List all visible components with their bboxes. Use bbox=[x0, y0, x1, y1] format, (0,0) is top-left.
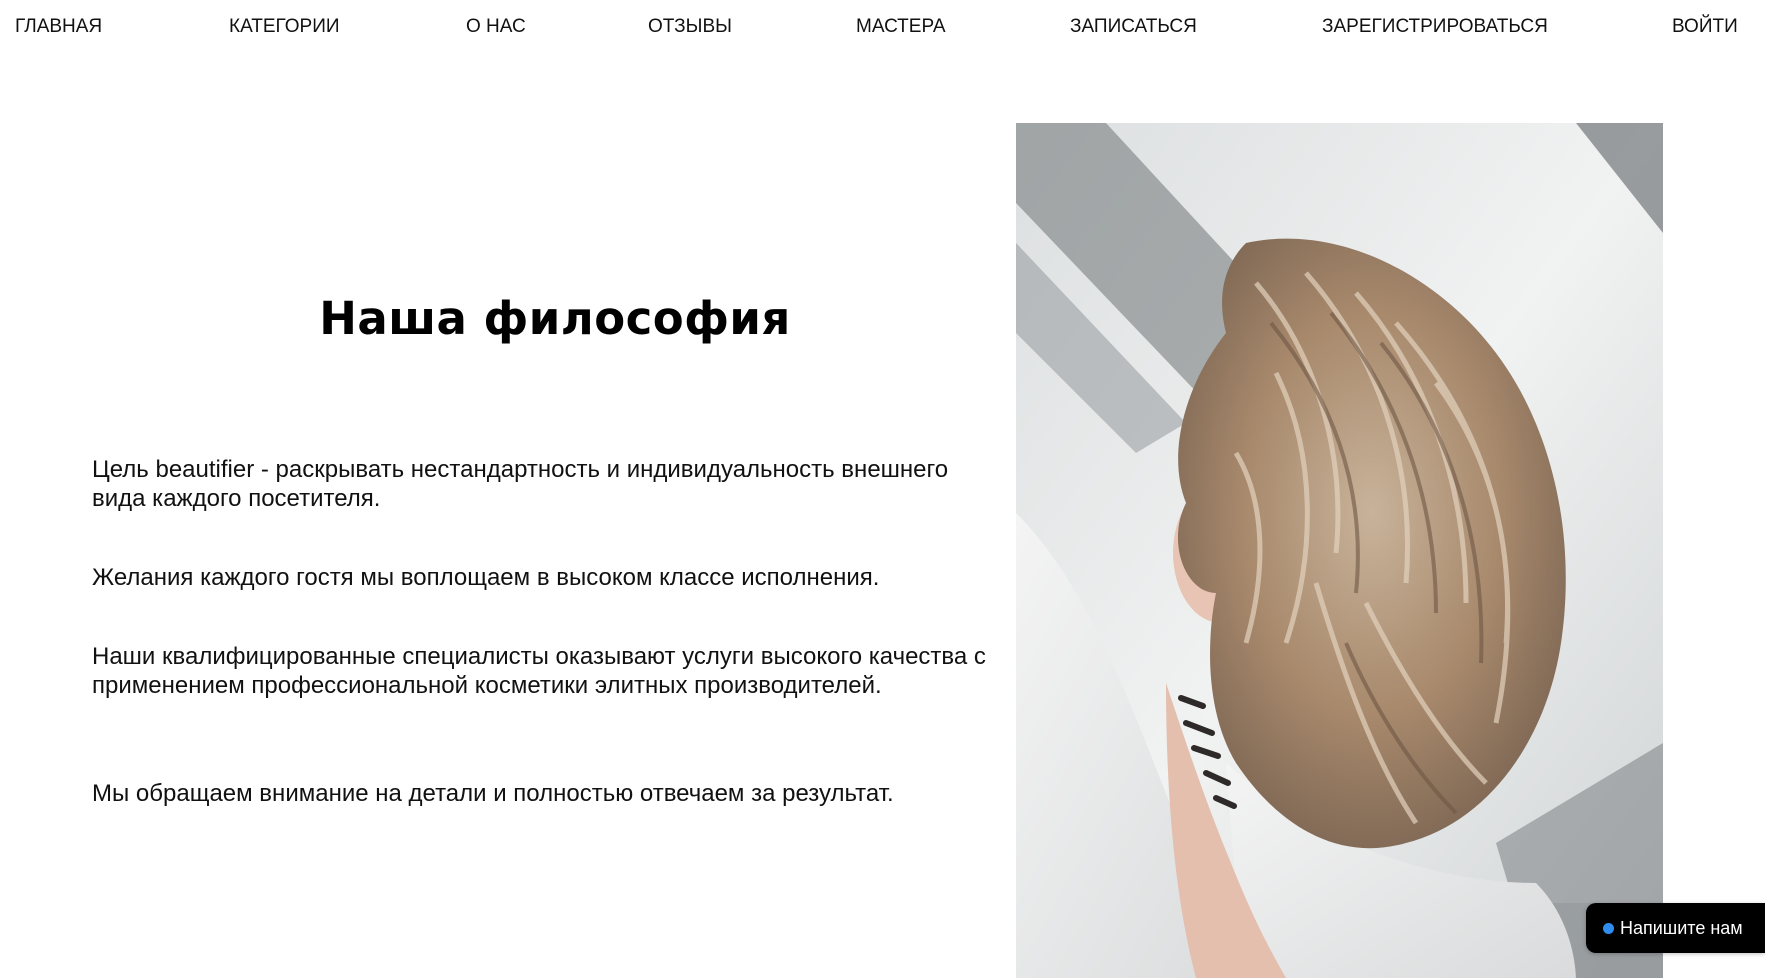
nav-link-reviews[interactable]: ОТЗЫВЫ bbox=[648, 16, 732, 38]
philosophy-section: Наша философия Цель beautifier - раскрыв… bbox=[0, 110, 1015, 870]
online-status-dot-icon bbox=[1603, 922, 1614, 934]
philosophy-paragraph-wishes: Желания каждого гостя мы воплощаем в выс… bbox=[92, 564, 880, 591]
nav-link-home[interactable]: ГЛАВНАЯ bbox=[15, 16, 102, 38]
nav-link-categories[interactable]: КАТЕГОРИИ bbox=[229, 16, 340, 38]
chat-widget-button[interactable]: Напишите нам bbox=[1586, 903, 1765, 953]
main-navigation: ГЛАВНАЯ КАТЕГОРИИ О НАС ОТЗЫВЫ МАСТЕРА З… bbox=[0, 0, 1765, 58]
chat-widget-label: Напишите нам bbox=[1620, 917, 1743, 938]
philosophy-title: Наша философия bbox=[319, 292, 791, 345]
philosophy-paragraph-specialists: Наши квалифицированные специалисты оказы… bbox=[92, 643, 986, 699]
hair-photo bbox=[1016, 123, 1663, 978]
nav-link-book[interactable]: ЗАПИСАТЬСЯ bbox=[1070, 16, 1197, 38]
philosophy-paragraph-goal: Цель beautifier - раскрывать нестандартн… bbox=[92, 456, 949, 512]
nav-link-register[interactable]: ЗАРЕГИСТРИРОВАТЬСЯ bbox=[1322, 16, 1548, 38]
nav-link-masters[interactable]: МАСТЕРА bbox=[856, 16, 946, 38]
nav-link-login[interactable]: ВОЙТИ bbox=[1672, 16, 1738, 38]
philosophy-paragraph-details: Мы обращаем внимание на детали и полност… bbox=[92, 780, 894, 807]
nav-link-about[interactable]: О НАС bbox=[466, 16, 526, 38]
